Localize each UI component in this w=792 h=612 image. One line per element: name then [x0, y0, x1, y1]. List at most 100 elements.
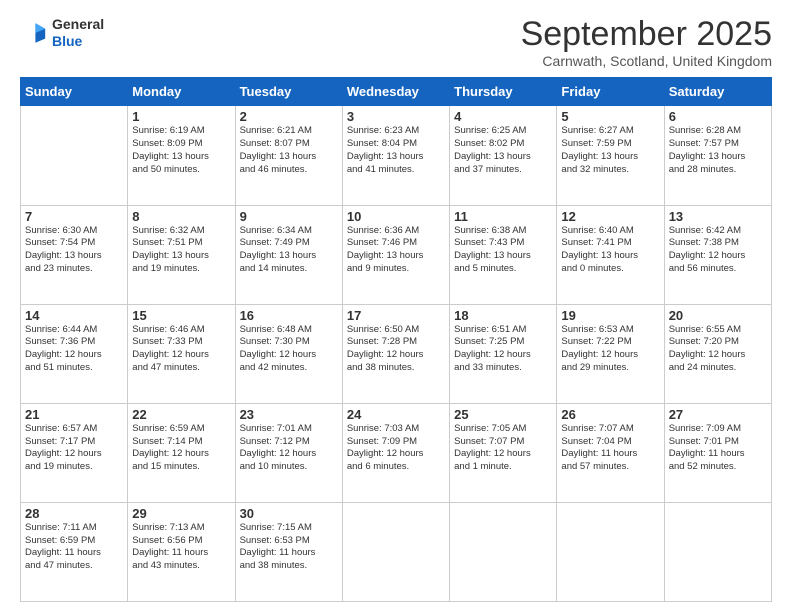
day-number: 26: [561, 407, 659, 422]
day-number: 19: [561, 308, 659, 323]
calendar-cell: 29Sunrise: 7:13 AM Sunset: 6:56 PM Dayli…: [128, 502, 235, 601]
day-info: Sunrise: 7:15 AM Sunset: 6:53 PM Dayligh…: [240, 522, 338, 573]
calendar-week-1: 1Sunrise: 6:19 AM Sunset: 8:09 PM Daylig…: [21, 106, 772, 205]
day-info: Sunrise: 6:28 AM Sunset: 7:57 PM Dayligh…: [669, 125, 767, 176]
calendar-cell: 4Sunrise: 6:25 AM Sunset: 8:02 PM Daylig…: [450, 106, 557, 205]
day-number: 20: [669, 308, 767, 323]
col-header-saturday: Saturday: [664, 78, 771, 106]
day-info: Sunrise: 6:51 AM Sunset: 7:25 PM Dayligh…: [454, 324, 552, 375]
day-number: 21: [25, 407, 123, 422]
day-number: 3: [347, 109, 445, 124]
calendar-cell: 9Sunrise: 6:34 AM Sunset: 7:49 PM Daylig…: [235, 205, 342, 304]
calendar-week-4: 21Sunrise: 6:57 AM Sunset: 7:17 PM Dayli…: [21, 403, 772, 502]
day-number: 6: [669, 109, 767, 124]
day-info: Sunrise: 6:55 AM Sunset: 7:20 PM Dayligh…: [669, 324, 767, 375]
day-info: Sunrise: 6:34 AM Sunset: 7:49 PM Dayligh…: [240, 225, 338, 276]
calendar-cell: 12Sunrise: 6:40 AM Sunset: 7:41 PM Dayli…: [557, 205, 664, 304]
day-info: Sunrise: 6:50 AM Sunset: 7:28 PM Dayligh…: [347, 324, 445, 375]
day-info: Sunrise: 6:32 AM Sunset: 7:51 PM Dayligh…: [132, 225, 230, 276]
month-title: September 2025: [521, 16, 772, 53]
day-info: Sunrise: 7:13 AM Sunset: 6:56 PM Dayligh…: [132, 522, 230, 573]
day-number: 24: [347, 407, 445, 422]
calendar-cell: 6Sunrise: 6:28 AM Sunset: 7:57 PM Daylig…: [664, 106, 771, 205]
day-info: Sunrise: 7:11 AM Sunset: 6:59 PM Dayligh…: [25, 522, 123, 573]
calendar-cell: 25Sunrise: 7:05 AM Sunset: 7:07 PM Dayli…: [450, 403, 557, 502]
day-info: Sunrise: 6:27 AM Sunset: 7:59 PM Dayligh…: [561, 125, 659, 176]
calendar-cell: 26Sunrise: 7:07 AM Sunset: 7:04 PM Dayli…: [557, 403, 664, 502]
calendar-cell: 5Sunrise: 6:27 AM Sunset: 7:59 PM Daylig…: [557, 106, 664, 205]
day-info: Sunrise: 6:30 AM Sunset: 7:54 PM Dayligh…: [25, 225, 123, 276]
day-number: 14: [25, 308, 123, 323]
calendar-week-2: 7Sunrise: 6:30 AM Sunset: 7:54 PM Daylig…: [21, 205, 772, 304]
calendar-cell: 27Sunrise: 7:09 AM Sunset: 7:01 PM Dayli…: [664, 403, 771, 502]
calendar-cell: 19Sunrise: 6:53 AM Sunset: 7:22 PM Dayli…: [557, 304, 664, 403]
day-number: 30: [240, 506, 338, 521]
day-info: Sunrise: 7:09 AM Sunset: 7:01 PM Dayligh…: [669, 423, 767, 474]
calendar-cell: 14Sunrise: 6:44 AM Sunset: 7:36 PM Dayli…: [21, 304, 128, 403]
location: Carnwath, Scotland, United Kingdom: [521, 53, 772, 69]
logo-text: General Blue: [52, 16, 104, 50]
page: General Blue September 2025 Carnwath, Sc…: [0, 0, 792, 612]
col-header-friday: Friday: [557, 78, 664, 106]
day-number: 13: [669, 209, 767, 224]
calendar-cell: 1Sunrise: 6:19 AM Sunset: 8:09 PM Daylig…: [128, 106, 235, 205]
col-header-sunday: Sunday: [21, 78, 128, 106]
day-info: Sunrise: 6:53 AM Sunset: 7:22 PM Dayligh…: [561, 324, 659, 375]
day-info: Sunrise: 6:21 AM Sunset: 8:07 PM Dayligh…: [240, 125, 338, 176]
calendar-week-5: 28Sunrise: 7:11 AM Sunset: 6:59 PM Dayli…: [21, 502, 772, 601]
title-block: September 2025 Carnwath, Scotland, Unite…: [521, 16, 772, 69]
calendar-cell: 17Sunrise: 6:50 AM Sunset: 7:28 PM Dayli…: [342, 304, 449, 403]
day-info: Sunrise: 6:57 AM Sunset: 7:17 PM Dayligh…: [25, 423, 123, 474]
calendar-cell: 20Sunrise: 6:55 AM Sunset: 7:20 PM Dayli…: [664, 304, 771, 403]
logo-blue-text: Blue: [52, 33, 104, 50]
col-header-tuesday: Tuesday: [235, 78, 342, 106]
calendar-cell: 30Sunrise: 7:15 AM Sunset: 6:53 PM Dayli…: [235, 502, 342, 601]
day-info: Sunrise: 6:23 AM Sunset: 8:04 PM Dayligh…: [347, 125, 445, 176]
calendar-table: SundayMondayTuesdayWednesdayThursdayFrid…: [20, 77, 772, 602]
day-number: 28: [25, 506, 123, 521]
day-info: Sunrise: 6:46 AM Sunset: 7:33 PM Dayligh…: [132, 324, 230, 375]
calendar-header-row: SundayMondayTuesdayWednesdayThursdayFrid…: [21, 78, 772, 106]
day-number: 4: [454, 109, 552, 124]
calendar-cell: 10Sunrise: 6:36 AM Sunset: 7:46 PM Dayli…: [342, 205, 449, 304]
day-number: 16: [240, 308, 338, 323]
day-info: Sunrise: 6:48 AM Sunset: 7:30 PM Dayligh…: [240, 324, 338, 375]
logo-general-text: General: [52, 16, 104, 33]
day-number: 12: [561, 209, 659, 224]
logo: General Blue: [20, 16, 104, 50]
day-info: Sunrise: 7:07 AM Sunset: 7:04 PM Dayligh…: [561, 423, 659, 474]
day-number: 7: [25, 209, 123, 224]
calendar-cell: 3Sunrise: 6:23 AM Sunset: 8:04 PM Daylig…: [342, 106, 449, 205]
calendar-cell: 18Sunrise: 6:51 AM Sunset: 7:25 PM Dayli…: [450, 304, 557, 403]
day-info: Sunrise: 7:03 AM Sunset: 7:09 PM Dayligh…: [347, 423, 445, 474]
day-info: Sunrise: 6:38 AM Sunset: 7:43 PM Dayligh…: [454, 225, 552, 276]
day-info: Sunrise: 6:44 AM Sunset: 7:36 PM Dayligh…: [25, 324, 123, 375]
calendar-cell: 16Sunrise: 6:48 AM Sunset: 7:30 PM Dayli…: [235, 304, 342, 403]
day-info: Sunrise: 6:42 AM Sunset: 7:38 PM Dayligh…: [669, 225, 767, 276]
day-info: Sunrise: 6:36 AM Sunset: 7:46 PM Dayligh…: [347, 225, 445, 276]
day-info: Sunrise: 6:25 AM Sunset: 8:02 PM Dayligh…: [454, 125, 552, 176]
day-number: 18: [454, 308, 552, 323]
day-number: 5: [561, 109, 659, 124]
day-number: 15: [132, 308, 230, 323]
day-info: Sunrise: 7:05 AM Sunset: 7:07 PM Dayligh…: [454, 423, 552, 474]
day-info: Sunrise: 7:01 AM Sunset: 7:12 PM Dayligh…: [240, 423, 338, 474]
col-header-monday: Monday: [128, 78, 235, 106]
day-number: 2: [240, 109, 338, 124]
calendar-cell: [557, 502, 664, 601]
day-number: 9: [240, 209, 338, 224]
day-number: 8: [132, 209, 230, 224]
day-number: 23: [240, 407, 338, 422]
header: General Blue September 2025 Carnwath, Sc…: [20, 16, 772, 69]
calendar-cell: 15Sunrise: 6:46 AM Sunset: 7:33 PM Dayli…: [128, 304, 235, 403]
calendar-week-3: 14Sunrise: 6:44 AM Sunset: 7:36 PM Dayli…: [21, 304, 772, 403]
calendar-cell: [664, 502, 771, 601]
calendar-cell: 13Sunrise: 6:42 AM Sunset: 7:38 PM Dayli…: [664, 205, 771, 304]
day-number: 1: [132, 109, 230, 124]
calendar-cell: 11Sunrise: 6:38 AM Sunset: 7:43 PM Dayli…: [450, 205, 557, 304]
calendar-cell: 28Sunrise: 7:11 AM Sunset: 6:59 PM Dayli…: [21, 502, 128, 601]
day-number: 10: [347, 209, 445, 224]
calendar-cell: 2Sunrise: 6:21 AM Sunset: 8:07 PM Daylig…: [235, 106, 342, 205]
logo-icon: [20, 19, 48, 47]
col-header-thursday: Thursday: [450, 78, 557, 106]
